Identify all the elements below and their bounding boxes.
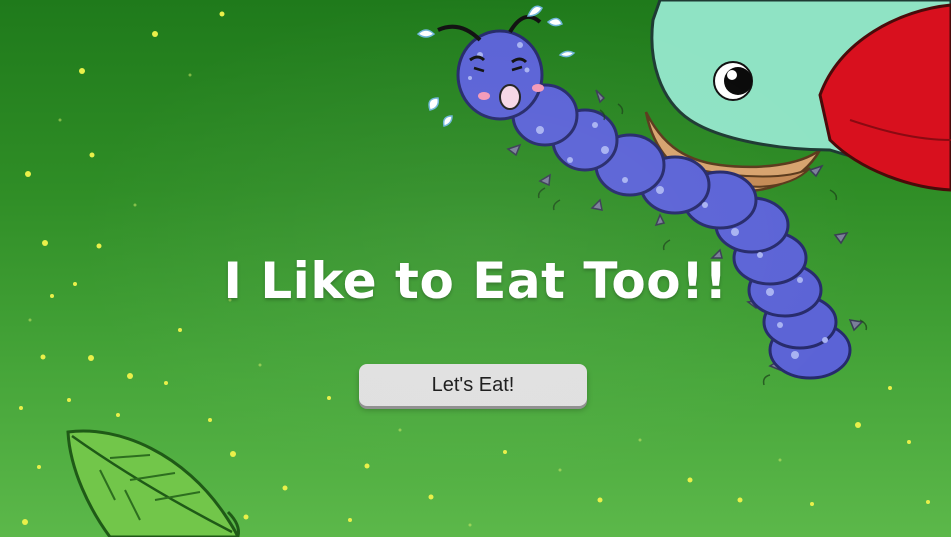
lets-eat-button[interactable]: Let's Eat! <box>359 364 587 406</box>
game-title: I Like to Eat Too!! <box>223 252 728 310</box>
game-stage: I Like to Eat Too!! Let's Eat! <box>0 0 951 537</box>
